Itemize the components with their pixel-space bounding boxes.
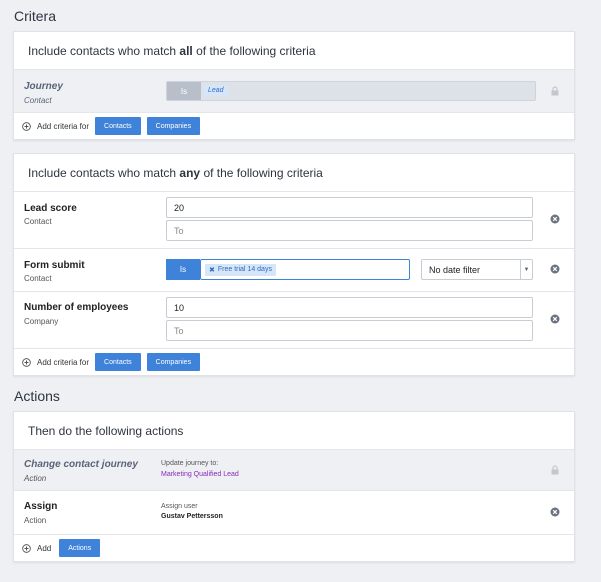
criteria-type: Contact [24, 96, 52, 105]
action-row-assign: Assign Action Assign user Gustav Petters… [14, 491, 574, 535]
add-actions-button[interactable]: Actions [59, 539, 101, 557]
close-icon[interactable] [550, 264, 560, 274]
lock-icon [551, 465, 559, 475]
criteria-row-employees: Number of employees Company 10 To [14, 292, 574, 349]
journey-value-tag: Lead [204, 85, 228, 96]
action-name: Assign [24, 501, 58, 512]
criteria-row-form-submit: Form submit Contact Is ✖ Free trial 14 d… [14, 249, 574, 292]
any-criteria-intro: Include contacts who match any of the fo… [14, 154, 574, 192]
chevron-down-icon[interactable]: ▼ [520, 260, 532, 279]
lead-score-to-input[interactable]: To [166, 220, 533, 241]
close-icon[interactable] [550, 314, 560, 324]
journey-locked-field: Is Lead [166, 81, 536, 101]
close-icon[interactable] [550, 507, 560, 517]
criteria-row-lead-score: Lead score Contact 20 To [14, 192, 574, 249]
add-label: Add [37, 543, 52, 553]
actions-card: Then do the following actions Change con… [13, 411, 575, 562]
actions-section-title: Actions [14, 388, 60, 404]
actions-footer: Add Actions [14, 535, 574, 561]
journey-target-value: Marketing Qualified Lead [161, 471, 239, 478]
add-companies-button[interactable]: Companies [146, 117, 201, 135]
close-icon[interactable] [550, 214, 560, 224]
criteria-name: Journey [24, 81, 63, 92]
add-criteria-label: Add criteria for [37, 121, 90, 131]
all-criteria-intro: Include contacts who match all of the fo… [14, 32, 574, 70]
plus-circle-icon[interactable] [22, 543, 31, 553]
criteria-section-title: Critera [14, 8, 57, 24]
add-contacts-button[interactable]: Contacts [95, 117, 141, 135]
add-contacts-button[interactable]: Contacts [95, 353, 141, 371]
action-detail-label: Assign user [161, 503, 198, 510]
employees-to-input[interactable]: To [166, 320, 533, 341]
form-submit-value-input[interactable]: ✖ Free trial 14 days [200, 259, 410, 280]
tag-remove-icon[interactable]: ✖ [209, 266, 215, 274]
form-tag: ✖ Free trial 14 days [205, 263, 276, 276]
action-type: Action [24, 516, 47, 525]
operator-is: Is [167, 82, 201, 100]
criteria-row-journey: Journey Contact Is Lead [14, 70, 574, 113]
all-criteria-card: Include contacts who match all of the fo… [13, 31, 575, 140]
criteria-type: Contact [24, 217, 52, 226]
criteria-name: Lead score [24, 203, 77, 214]
all-criteria-footer: Add criteria for Contacts Companies [14, 113, 574, 139]
criteria-type: Company [24, 317, 59, 326]
employees-from-input[interactable]: 10 [166, 297, 533, 318]
action-row-change-journey: Change contact journey Action Update jou… [14, 450, 574, 491]
operator-is[interactable]: Is [166, 259, 200, 280]
lock-icon [551, 86, 559, 96]
action-name: Change contact journey [24, 459, 138, 470]
actions-intro: Then do the following actions [14, 412, 574, 450]
lead-score-from-input[interactable]: 20 [166, 197, 533, 218]
any-criteria-footer: Add criteria for Contacts Companies [14, 349, 574, 375]
criteria-name: Number of employees [24, 302, 129, 313]
plus-circle-icon[interactable] [22, 357, 31, 367]
date-filter-select[interactable]: No date filter ▼ [421, 259, 533, 280]
assigned-user: Gustav Pettersson [161, 513, 223, 520]
action-detail-label: Update journey to: [161, 460, 219, 467]
criteria-name: Form submit [24, 260, 85, 271]
any-criteria-card: Include contacts who match any of the fo… [13, 153, 575, 376]
add-companies-button[interactable]: Companies [146, 353, 201, 371]
criteria-type: Contact [24, 274, 52, 283]
add-criteria-label: Add criteria for [37, 357, 90, 367]
action-type: Action [24, 474, 47, 483]
plus-circle-icon[interactable] [22, 121, 31, 131]
